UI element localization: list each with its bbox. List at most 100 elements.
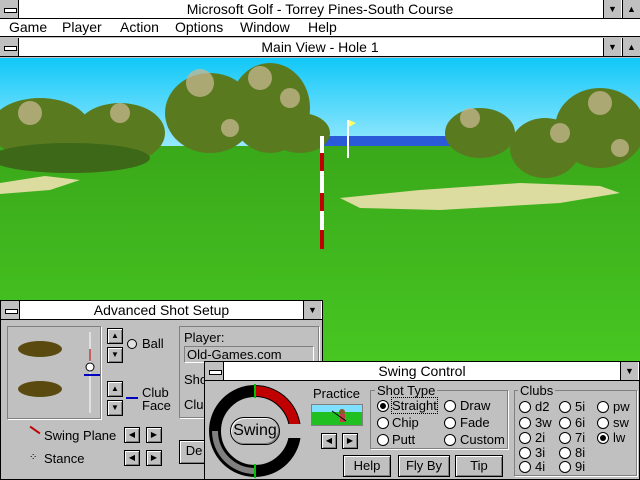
club-6i-label[interactable]: 6i xyxy=(575,415,585,430)
main-view-minimize-button[interactable]: ▼ xyxy=(603,38,621,56)
menu-bar: Game Player Action Options Window Help xyxy=(0,19,640,37)
menu-action[interactable]: Action xyxy=(120,19,159,36)
shot-custom-radio[interactable] xyxy=(444,434,456,446)
tip-button[interactable]: Tip xyxy=(455,455,503,477)
swing-plane-right-button[interactable]: ▶ xyxy=(146,427,162,443)
club-pw-radio[interactable] xyxy=(597,401,609,413)
club-8i-radio[interactable] xyxy=(559,447,571,459)
ball-icon xyxy=(127,339,137,349)
club-9i-label[interactable]: 9i xyxy=(575,459,585,474)
shot-chip-label[interactable]: Chip xyxy=(392,415,419,430)
flyby-button-label: Fly By xyxy=(405,458,443,473)
swing-plane-icon xyxy=(29,425,41,435)
practice-next-button[interactable]: ▶ xyxy=(342,433,358,449)
practice-label: Practice xyxy=(313,386,360,401)
swing-meter[interactable]: Swing xyxy=(208,384,302,478)
flyby-button[interactable]: Fly By xyxy=(398,455,450,477)
advanced-title: Advanced Shot Setup xyxy=(93,302,230,318)
shot-custom-label[interactable]: Custom xyxy=(460,432,505,447)
shot-type-label: Shot Type xyxy=(375,383,438,398)
main-view-maximize-button[interactable]: ▲ xyxy=(622,38,640,56)
advanced-shot-setup-titlebar: Advanced Shot Setup ▼ xyxy=(1,301,322,320)
shot-draw-label[interactable]: Draw xyxy=(460,398,490,413)
club-6i-radio[interactable] xyxy=(559,417,571,429)
maximize-button[interactable]: ▲ xyxy=(622,0,640,18)
club-3w-label[interactable]: 3w xyxy=(535,415,552,430)
shot-straight-radio[interactable] xyxy=(377,400,389,412)
club-5i-radio[interactable] xyxy=(559,401,571,413)
ball-label: Ball xyxy=(142,336,164,351)
swing-control-window: Swing Control ▼ Swing Practice ◀ ▶ Shot … xyxy=(204,361,640,480)
golfer-icon xyxy=(312,405,362,422)
shot-fade-radio[interactable] xyxy=(444,417,456,429)
stance-right-button[interactable]: ▶ xyxy=(146,450,162,466)
clubface-down-button[interactable]: ▼ xyxy=(107,400,123,416)
club-4i-label[interactable]: 4i xyxy=(535,459,545,474)
club-lw-radio[interactable] xyxy=(597,432,609,444)
main-view-system-menu-icon[interactable] xyxy=(0,38,19,56)
club-8i-label[interactable]: 8i xyxy=(575,445,585,460)
shot-putt-radio[interactable] xyxy=(377,434,389,446)
advanced-system-menu-icon[interactable] xyxy=(1,301,20,319)
player-name: Old-Games.com xyxy=(187,347,282,362)
menu-game[interactable]: Game xyxy=(9,19,47,36)
player-label: Player: xyxy=(184,330,225,345)
stance-label: Stance xyxy=(44,451,85,466)
club-lw-label[interactable]: lw xyxy=(613,430,625,445)
club-3i-radio[interactable] xyxy=(519,447,531,459)
club-9i-radio[interactable] xyxy=(559,461,571,473)
menu-window[interactable]: Window xyxy=(240,19,290,36)
app-titlebar: Microsoft Golf - Torrey Pines-South Cour… xyxy=(0,0,640,19)
swing-plane-label: Swing Plane xyxy=(44,428,117,443)
shot-straight-label[interactable]: Straight xyxy=(391,397,438,414)
club-2i-radio[interactable] xyxy=(519,432,531,444)
club-pw-label[interactable]: pw xyxy=(613,399,630,414)
minimize-button[interactable]: ▼ xyxy=(603,0,621,18)
shot-putt-label[interactable]: Putt xyxy=(392,432,415,447)
club-sw-label[interactable]: sw xyxy=(613,415,629,430)
club-3w-radio[interactable] xyxy=(519,417,531,429)
swing-button-label: Swing xyxy=(233,422,277,439)
swing-control-titlebar: Swing Control ▼ xyxy=(205,362,639,381)
stance-left-button[interactable]: ◀ xyxy=(124,450,140,466)
help-button-label: Help xyxy=(353,458,381,473)
club-face-label-line2: Face xyxy=(142,398,171,413)
swing-button[interactable]: Swing xyxy=(230,417,280,445)
club-d2-label[interactable]: d2 xyxy=(535,399,549,414)
ball-up-button[interactable]: ▲ xyxy=(107,328,123,344)
swing-control-title: Swing Control xyxy=(378,363,466,379)
club-2i-label[interactable]: 2i xyxy=(535,430,545,445)
menu-help[interactable]: Help xyxy=(308,19,337,36)
advanced-minimize-button[interactable]: ▼ xyxy=(303,301,321,319)
shot-fade-label[interactable]: Fade xyxy=(460,415,490,430)
stance-icon: ⁘ xyxy=(29,452,38,463)
club-label: Clu xyxy=(184,397,204,412)
club-4i-radio[interactable] xyxy=(519,461,531,473)
stance-diagram[interactable] xyxy=(7,326,101,419)
swing-minimize-button[interactable]: ▼ xyxy=(620,362,638,380)
app-system-menu-icon[interactable] xyxy=(0,0,19,18)
club-7i-radio[interactable] xyxy=(559,432,571,444)
app-title: Microsoft Golf - Torrey Pines-South Cour… xyxy=(186,1,454,17)
club-d2-radio[interactable] xyxy=(519,401,531,413)
practice-prev-button[interactable]: ◀ xyxy=(321,433,337,449)
menu-player[interactable]: Player xyxy=(62,19,102,36)
club-sw-radio[interactable] xyxy=(597,417,609,429)
default-button-label: De xyxy=(185,443,203,458)
main-view-title: Main View - Hole 1 xyxy=(261,39,379,55)
ball-down-button[interactable]: ▼ xyxy=(107,347,123,363)
swing-system-menu-icon[interactable] xyxy=(205,362,224,380)
club-7i-label[interactable]: 7i xyxy=(575,430,585,445)
main-view-titlebar: Main View - Hole 1 ▼ ▲ xyxy=(0,38,640,57)
club-3i-label[interactable]: 3i xyxy=(535,445,545,460)
shot-chip-radio[interactable] xyxy=(377,417,389,429)
shot-draw-radio[interactable] xyxy=(444,400,456,412)
club-5i-label[interactable]: 5i xyxy=(575,399,585,414)
help-button[interactable]: Help xyxy=(343,455,391,477)
practice-preview[interactable] xyxy=(311,404,363,426)
swing-plane-left-button[interactable]: ◀ xyxy=(124,427,140,443)
clubface-up-button[interactable]: ▲ xyxy=(107,381,123,397)
tip-button-label: Tip xyxy=(470,458,488,473)
clubs-label: Clubs xyxy=(518,383,556,398)
menu-options[interactable]: Options xyxy=(175,19,223,36)
